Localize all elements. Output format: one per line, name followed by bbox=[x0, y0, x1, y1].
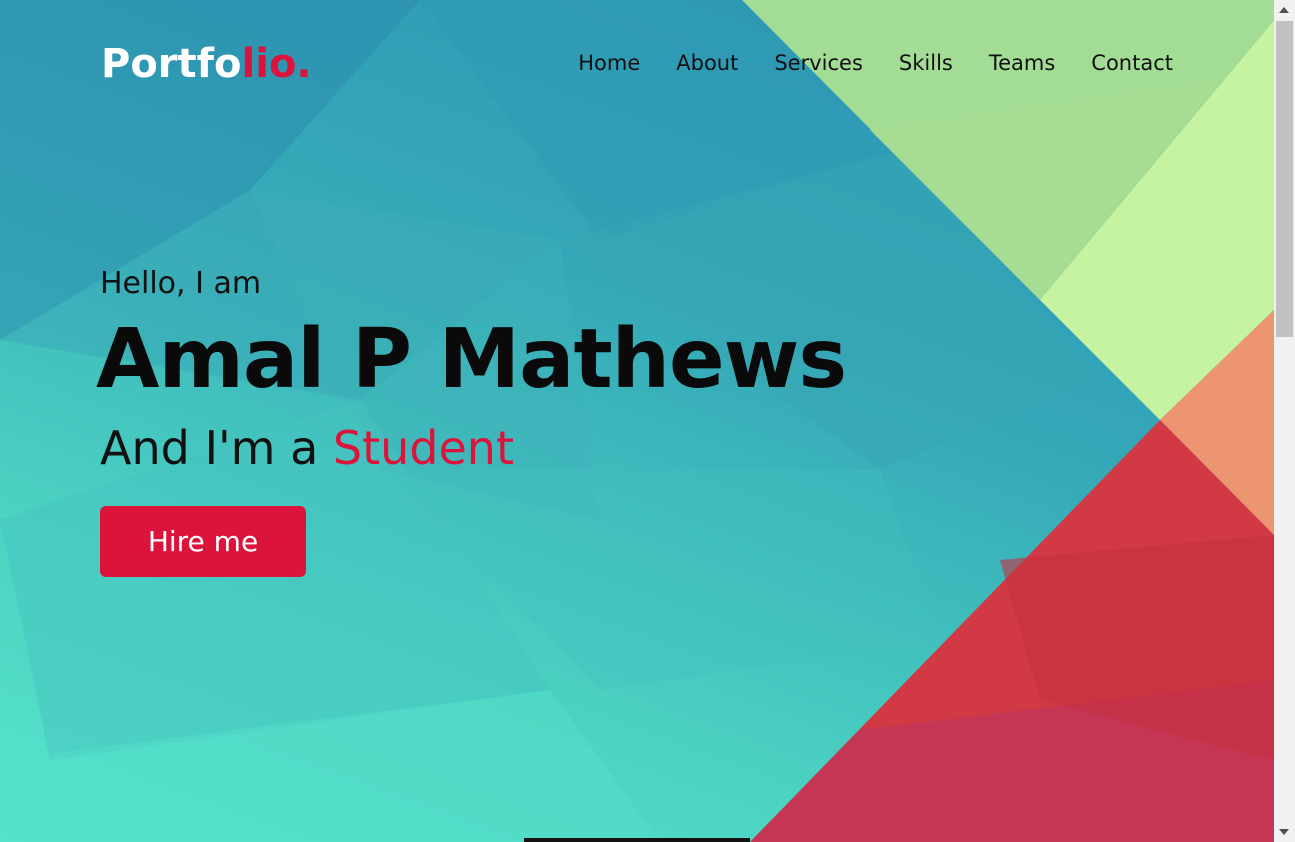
nav-link-services[interactable]: Services bbox=[774, 51, 863, 75]
nav-link-home[interactable]: Home bbox=[578, 51, 640, 75]
hero-name: Amal P Mathews bbox=[96, 312, 847, 407]
navbar: Portfolio. Home About Services Skills Te… bbox=[0, 0, 1274, 125]
nav-link-skills[interactable]: Skills bbox=[899, 51, 953, 75]
bottom-indicator-bar bbox=[524, 838, 750, 842]
logo-accent-text: lio. bbox=[241, 41, 312, 87]
scroll-down-arrow-icon[interactable] bbox=[1279, 829, 1289, 835]
nav-menu: Home About Services Skills Teams Contact bbox=[542, 48, 1173, 78]
nav-link-teams[interactable]: Teams bbox=[989, 51, 1055, 75]
hero-role-highlight: Student bbox=[332, 421, 514, 475]
hero-role-prefix: And I'm a bbox=[100, 421, 333, 475]
vertical-scrollbar[interactable] bbox=[1274, 0, 1295, 842]
nav-link-contact[interactable]: Contact bbox=[1091, 51, 1173, 75]
hire-me-button[interactable]: Hire me bbox=[100, 506, 306, 577]
nav-link-about[interactable]: About bbox=[676, 51, 738, 75]
scroll-up-arrow-icon[interactable] bbox=[1279, 7, 1289, 13]
scrollbar-thumb[interactable] bbox=[1276, 21, 1293, 337]
hero-greeting: Hello, I am bbox=[100, 266, 262, 301]
hero-section: Portfolio. Home About Services Skills Te… bbox=[0, 0, 1274, 842]
logo-main-text: Portfo bbox=[101, 41, 242, 87]
hero-content: Hello, I am Amal P Mathews And I'm a Stu… bbox=[96, 262, 847, 478]
hero-role: And I'm a Student bbox=[100, 418, 846, 478]
site-logo[interactable]: Portfolio. bbox=[101, 40, 312, 88]
